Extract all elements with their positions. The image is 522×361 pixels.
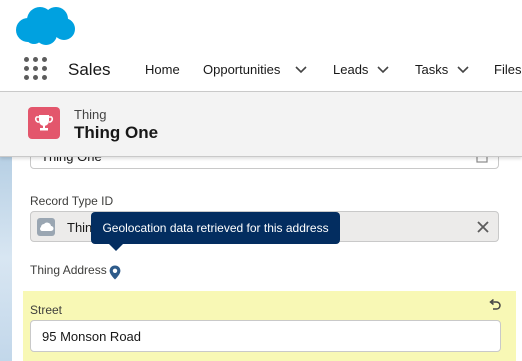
- nav-item-leads[interactable]: Leads: [333, 62, 368, 77]
- geolocation-tooltip: Geolocation data retrieved for this addr…: [91, 212, 340, 251]
- record-edit-form: Thing One Record Type ID Thin Geolocatio…: [0, 143, 522, 361]
- record-header: Thing Thing One: [0, 91, 522, 157]
- thing-address-label: Thing Address: [30, 263, 107, 277]
- trophy-icon: [28, 107, 60, 139]
- global-nav: Sales Home Opportunities Leads Tasks Fil…: [0, 52, 522, 90]
- record-type-label: Record Type ID: [30, 194, 114, 208]
- top-header: [0, 0, 522, 52]
- clear-icon[interactable]: [476, 220, 490, 234]
- street-value: 95 Monson Road: [42, 329, 142, 344]
- record-object-label: Thing: [74, 107, 107, 122]
- nav-item-home[interactable]: Home: [145, 62, 180, 77]
- chevron-down-icon[interactable]: [294, 65, 308, 75]
- location-pin-icon[interactable]: [109, 265, 121, 280]
- cloud-logo-icon[interactable]: [14, 4, 76, 51]
- street-input[interactable]: 95 Monson Road: [30, 320, 501, 352]
- street-section: Street 95 Monson Road: [23, 291, 516, 361]
- background-strip: [0, 155, 12, 361]
- app-launcher-icon[interactable]: [24, 57, 48, 81]
- nav-item-opportunities[interactable]: Opportunities: [203, 62, 280, 77]
- street-label: Street: [30, 303, 63, 317]
- record-type-value: Thin: [67, 220, 93, 235]
- record-title: Thing One: [74, 123, 159, 142]
- record-type-icon: [37, 218, 55, 236]
- chevron-down-icon[interactable]: [376, 65, 390, 75]
- chevron-down-icon[interactable]: [456, 65, 470, 75]
- nav-item-files[interactable]: Files: [494, 62, 521, 77]
- nav-item-tasks[interactable]: Tasks: [415, 62, 448, 77]
- undo-icon[interactable]: [488, 299, 502, 313]
- app-name: Sales: [68, 60, 111, 79]
